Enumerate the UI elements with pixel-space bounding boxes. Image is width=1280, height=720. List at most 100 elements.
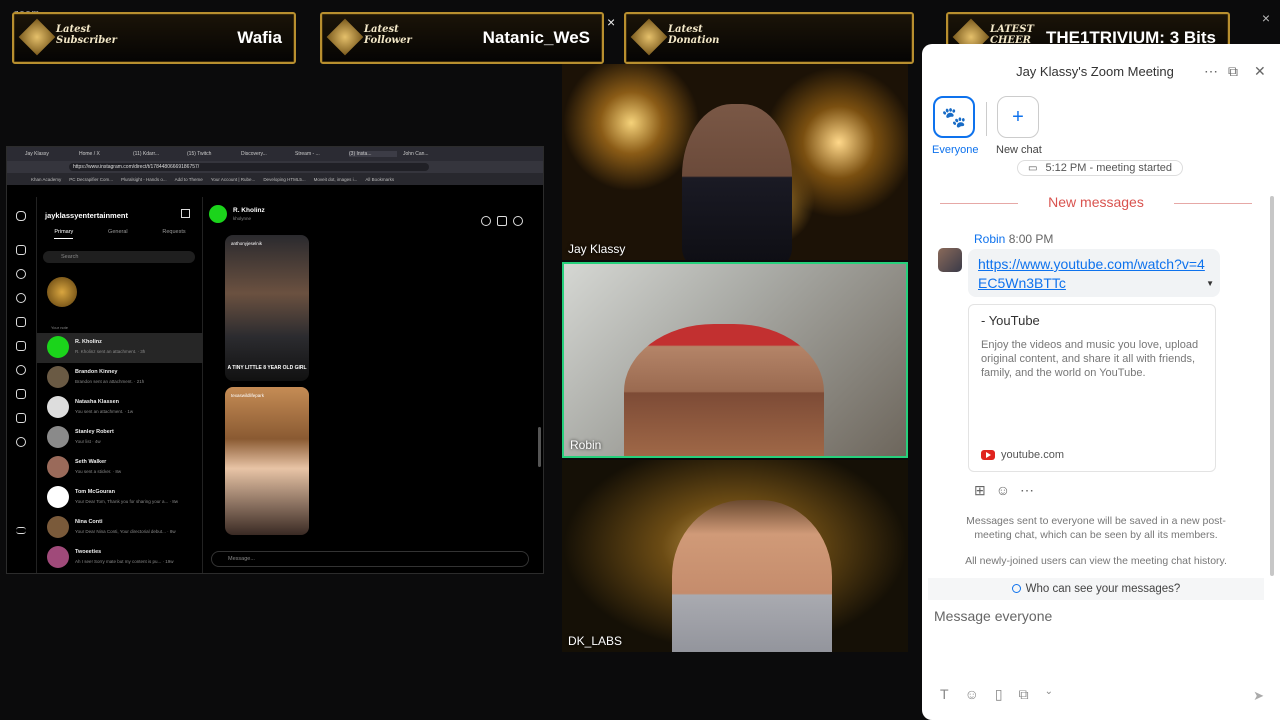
more-icon[interactable]: ⋯ [1020,482,1034,499]
avatar[interactable] [209,205,227,223]
list-item[interactable]: Tom McGouran Your Dear Tom, Thank you fo… [37,483,203,513]
conversation-name: Stanley Robert [75,429,114,435]
shared-reel[interactable]: texaswildlifepark [225,387,309,535]
url-field[interactable]: https://www.instagram.com/direct/t/17844… [69,163,429,171]
file-icon[interactable]: ▯ [995,686,1003,703]
message-input[interactable]: Message... [211,551,529,567]
sender-name[interactable]: Robin [974,232,1005,246]
search-icon[interactable] [16,269,26,279]
pop-out-icon[interactable]: ⧉ [1228,63,1238,80]
browser-tab-active[interactable]: (3) Insta... [349,151,397,157]
message-header: Robin 8:00 PM [974,232,1053,246]
browser-tab[interactable]: (11) Kdarr... [133,151,181,157]
avatar[interactable] [938,248,962,272]
menu-icon[interactable] [16,527,26,534]
bookmark[interactable]: Add to Theme [175,177,203,182]
scrollbar[interactable] [538,427,541,467]
heart-badge-icon [326,18,364,56]
list-item[interactable]: Twoeeties Ah I see! Sorry mate but my co… [37,543,203,573]
filter-primary[interactable]: Primary [54,229,74,239]
message-link[interactable]: https://www.youtube.com/watch?v=4EC5Wn3B… [978,256,1205,291]
list-item[interactable]: Brandon Kinney Brandon sent an attachmen… [37,363,203,393]
browser-tab[interactable]: Discovery... [241,151,289,157]
emoji-reaction-icon[interactable]: ☺ [996,482,1010,499]
browser-tab[interactable]: (15) Twitch [187,151,235,157]
shared-reel[interactable]: anthonyjeselnik A TINY LITTLE 8 YEAR OLD… [225,235,309,381]
reply-icon[interactable]: ⊞ [974,482,986,499]
reel-caption: A TINY LITTLE 8 YEAR OLD GIRL [227,365,307,371]
notifications-icon[interactable] [16,365,26,375]
filter-requests[interactable]: Requests [162,229,185,239]
paw-icon: 🐾 [933,96,975,138]
preview-title: - YouTube [981,313,1040,328]
instagram-logo-icon[interactable] [16,211,26,221]
list-item[interactable]: Seth Walker You sent a sticker. · 8w [37,453,203,483]
close-icon[interactable]: × [607,14,615,30]
screenshot-icon[interactable]: ⧉ [1019,686,1029,703]
video-tile[interactable]: Jay Klassy [562,64,908,260]
list-item[interactable]: Natasha Klassen You sent an attachment. … [37,393,203,423]
conversation-preview: Your list · 4w [75,439,101,444]
emoji-icon[interactable]: ☺ [965,686,979,703]
video-tile-active-speaker[interactable]: Robin [562,262,908,458]
more-options-icon[interactable]: ⋯ [1204,63,1218,80]
home-icon[interactable] [16,245,26,255]
filter-general[interactable]: General [108,229,128,239]
phone-icon[interactable] [481,216,491,226]
note-avatar[interactable] [47,277,77,307]
thread-name[interactable]: R. Kholinz [233,207,265,214]
reel-handle: texaswildlifepark [231,393,265,398]
explore-icon[interactable] [16,293,26,303]
avatar [47,516,69,538]
tab-new-chat[interactable]: + New chat [996,96,1042,156]
tab-everyone[interactable]: 🐾 Everyone [932,96,978,156]
text-format-icon[interactable]: T [940,686,949,703]
avatar [47,366,69,388]
search-input[interactable]: Search [43,251,195,263]
conversation-name: Natasha Klassen [75,399,120,405]
account-name[interactable]: jayklassyentertainment [45,211,128,220]
bookmark[interactable]: Pluralsight - Hands o... [121,177,167,182]
scrollbar[interactable] [1270,196,1274,576]
avatar [47,396,69,418]
conversation-preview: You sent an attachment. · 1w [75,409,134,414]
person-icon [1011,584,1021,593]
tab-label: New chat [996,144,1042,156]
browser-tab[interactable]: Home / X [79,151,127,157]
reels-icon[interactable] [16,317,26,327]
banner-value: Wafia [237,28,282,47]
list-item[interactable]: R. Kholinz R. Kholinz sent an attachment… [37,333,203,363]
link-preview-card[interactable]: - YouTube Enjoy the videos and music you… [968,304,1216,472]
reel-handle: anthonyjeselnik [231,241,263,246]
bookmark[interactable]: PC Decrapifier Com... [69,177,113,182]
bookmark[interactable]: Khan Academy [31,177,61,182]
instagram-app: jayklassyentertainment Primary General R… [7,197,543,573]
message-input[interactable]: Message everyone [934,608,1052,624]
bookmark[interactable]: All Bookmarks [365,177,394,182]
meeting-started-pill: ▭ 5:12 PM - meeting started [1017,160,1184,176]
browser-tab[interactable]: Jay Klassy [25,151,73,157]
chevron-down-icon[interactable]: ⌄ [1045,686,1053,703]
bookmark[interactable]: Moveit dot, images i... [314,177,358,182]
video-call-icon[interactable] [497,216,507,226]
window-close-icon[interactable]: × [1262,10,1270,26]
list-item[interactable]: Nina Conti Your Dear Nina Conti, Your di… [37,513,203,543]
video-tile[interactable]: DK_LABS [562,460,908,652]
messages-icon[interactable] [16,341,26,351]
list-item[interactable]: Stanley Robert Your list · 4w [37,423,203,453]
who-can-see-button[interactable]: Who can see your messages? [928,578,1264,600]
banner-label: Latest Follower [364,24,412,46]
close-icon[interactable]: ✕ [1254,63,1266,80]
send-icon[interactable]: ➤ [1253,688,1264,704]
create-icon[interactable] [16,389,26,399]
browser-tab[interactable]: John Can... [403,151,451,157]
browser-tab[interactable]: Stream - ... [295,151,343,157]
caret-down-icon[interactable]: ▼ [1206,279,1214,288]
bookmark[interactable]: Your Account | Rube... [211,177,256,182]
message-actions: ⊞ ☺ ⋯ [974,482,1034,499]
bookmark[interactable]: Developing HTML5... [263,177,305,182]
threads-icon[interactable] [16,413,26,423]
info-icon[interactable] [513,216,523,226]
profile-icon[interactable] [16,437,26,447]
compose-icon[interactable] [181,209,190,218]
